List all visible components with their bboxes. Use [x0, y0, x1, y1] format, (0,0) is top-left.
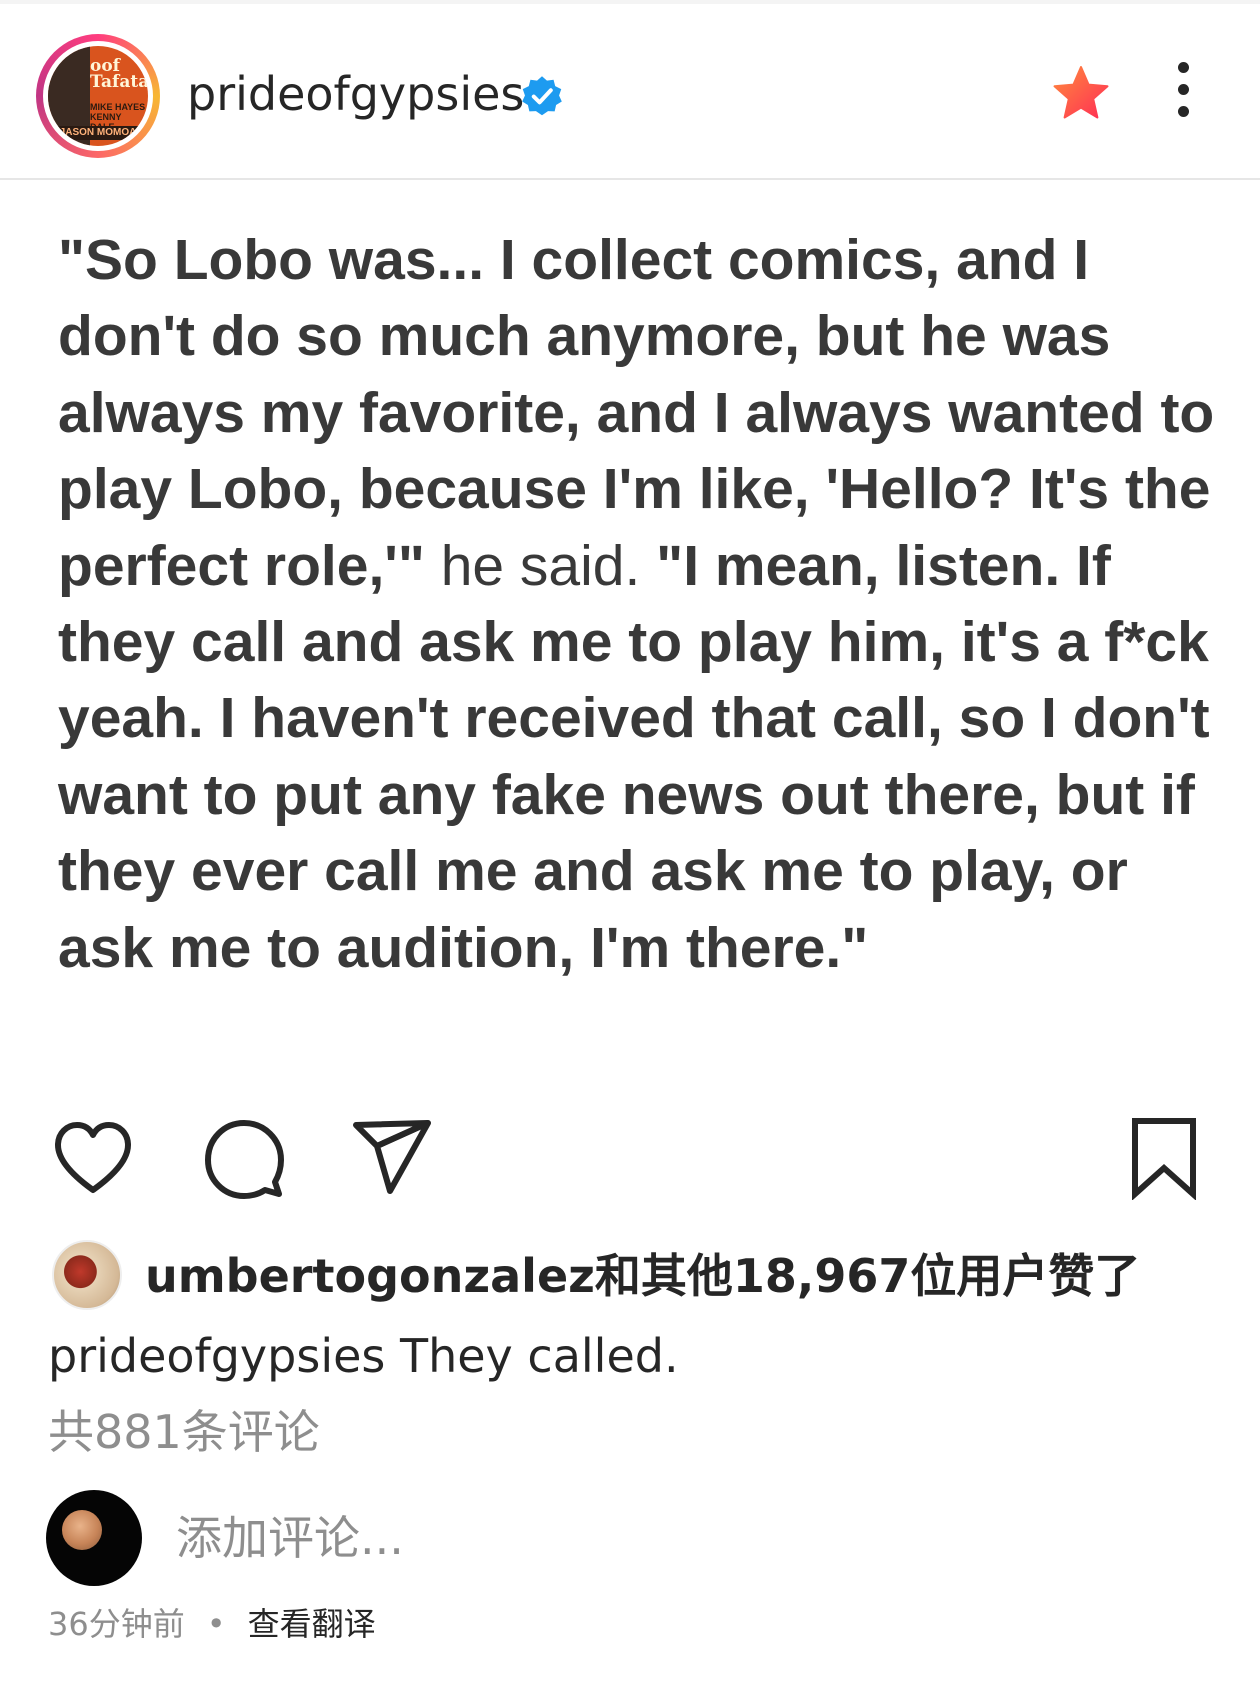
caption-username[interactable]: prideofgypsies: [48, 1329, 385, 1383]
caption-text: They called.: [400, 1329, 679, 1383]
liker-avatar[interactable]: [52, 1240, 122, 1310]
post-text-quote-2: "I mean, listen. If they call and ask me…: [58, 533, 1210, 980]
current-user-avatar: [46, 1490, 142, 1586]
avatar-poster-strip: JASON MOMOA: [48, 126, 148, 140]
like-heart-icon[interactable]: [52, 1118, 134, 1198]
post-caption: prideofgypsies They called.: [48, 1326, 679, 1386]
share-paper-plane-icon[interactable]: [352, 1118, 432, 1196]
comment-bubble-icon[interactable]: [204, 1116, 284, 1200]
favorite-star-icon[interactable]: [1052, 64, 1110, 122]
post-timestamp: 36分钟前: [48, 1605, 185, 1643]
add-comment-input[interactable]: 添加评论...: [176, 1508, 404, 1568]
more-options-icon[interactable]: [1168, 62, 1198, 126]
verified-badge-icon: [522, 76, 562, 116]
view-comments-link[interactable]: 共881条评论: [48, 1402, 320, 1462]
post-text-attribution: he said.: [424, 533, 657, 598]
post-meta: 36分钟前 • 查看翻译: [48, 1602, 376, 1646]
avatar-poster-title: oof Tafata: [90, 56, 148, 92]
profile-avatar[interactable]: oof Tafata MIKE HAYES KENNY DALE JASON M…: [36, 34, 160, 158]
header-username[interactable]: prideofgypsies: [187, 66, 524, 122]
meta-separator: •: [206, 1605, 226, 1643]
save-bookmark-icon[interactable]: [1130, 1116, 1198, 1200]
avatar-poster-line: MIKE HAYES: [90, 102, 146, 112]
post-header: oof Tafata MIKE HAYES KENNY DALE JASON M…: [0, 4, 1260, 180]
likes-summary[interactable]: umbertogonzalez和其他18,967位用户赞了: [145, 1246, 1140, 1306]
avatar-image: oof Tafata MIKE HAYES KENNY DALE JASON M…: [48, 46, 148, 146]
see-translation-link[interactable]: 查看翻译: [248, 1605, 376, 1643]
post-text: "So Lobo was... I collect comics, and I …: [58, 222, 1218, 986]
